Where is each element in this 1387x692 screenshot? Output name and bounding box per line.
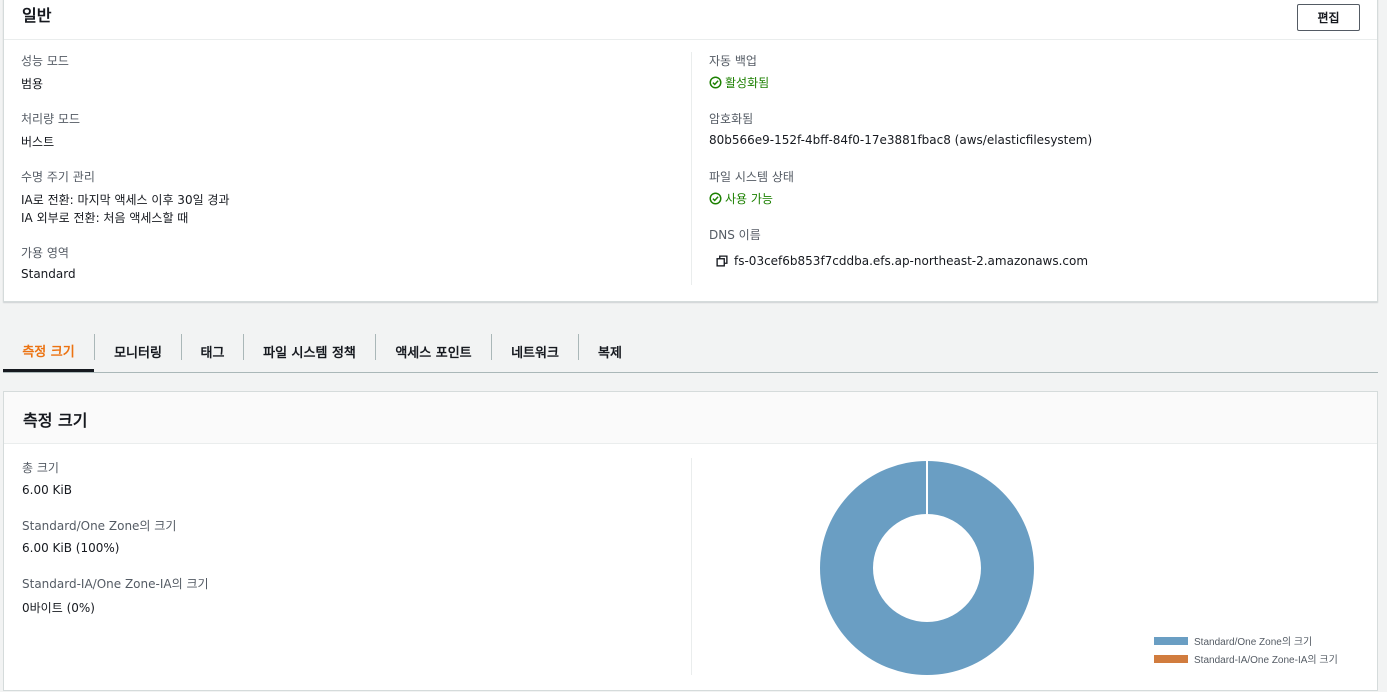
ia-size-value: 0바이트 (0%) (22, 601, 95, 615)
tab-access-points[interactable]: 액세스 포인트 (376, 331, 491, 372)
performance-mode-label: 성능 모드 (21, 54, 69, 68)
copy-icon[interactable] (716, 255, 728, 267)
throughput-mode-label: 처리량 모드 (21, 112, 81, 126)
legend-label-standard: Standard/One Zone의 크기 (1194, 637, 1313, 648)
metered-size-header: 측정 크기 (4, 392, 1377, 444)
legend-item-ia: Standard-IA/One Zone-IA의 크기 (1154, 651, 1338, 666)
legend-label-ia: Standard-IA/One Zone-IA의 크기 (1194, 655, 1338, 666)
check-circle-icon (709, 76, 722, 89)
tab-monitoring[interactable]: 모니터링 (95, 331, 181, 372)
fs-state-value: 사용 가능 (725, 192, 773, 206)
metered-size-donut-chart (820, 461, 1034, 675)
general-header: 일반 편집 (4, 0, 1377, 40)
fs-state-label: 파일 시스템 상태 (709, 170, 794, 184)
legend-swatch-standard (1154, 636, 1188, 645)
legend-item-standard: Standard/One Zone의 크기 (1154, 633, 1312, 648)
tab-tags[interactable]: 태그 (182, 331, 243, 372)
column-divider (691, 458, 692, 675)
performance-mode-value: 범용 (21, 77, 44, 91)
dns-value: fs-03cef6b853f7cddba.efs.ap-northeast-2.… (734, 254, 1089, 268)
total-size-label: 총 크기 (22, 461, 59, 475)
tab-network[interactable]: 네트워크 (492, 331, 578, 372)
lifecycle-value-line2: IA 외부로 전환: 처음 액세스할 때 (21, 211, 189, 225)
ia-size-label: Standard-IA/One Zone-IA의 크기 (22, 577, 209, 591)
dns-label: DNS 이름 (709, 228, 761, 242)
tab-metered-size[interactable]: 측정 크기 (3, 331, 94, 372)
throughput-mode-value: 버스트 (21, 135, 55, 149)
fs-state-status: 사용 가능 (709, 190, 773, 207)
check-circle-icon (709, 192, 722, 205)
auto-backup-value: 활성화됨 (725, 76, 770, 90)
general-title: 일반 (22, 6, 52, 25)
auto-backup-status: 활성화됨 (709, 74, 769, 91)
general-panel: 일반 편집 성능 모드 범용 처리량 모드 버스트 수명 주기 관리 IA로 전… (3, 0, 1378, 302)
dns-row: fs-03cef6b853f7cddba.efs.ap-northeast-2.… (716, 254, 1088, 268)
edit-button[interactable]: 편집 (1297, 4, 1360, 31)
total-size-value: 6.00 KiB (22, 483, 72, 497)
standard-size-value: 6.00 KiB (100%) (22, 541, 120, 555)
availability-zone-label: 가용 영역 (21, 246, 69, 260)
encrypted-label: 암호화됨 (709, 112, 754, 126)
tab-bar: 측정 크기 모니터링 태그 파일 시스템 정책 액세스 포인트 네트워크 복제 (3, 331, 1378, 373)
legend-swatch-ia (1154, 654, 1188, 663)
auto-backup-label: 자동 백업 (709, 54, 757, 68)
standard-size-label: Standard/One Zone의 크기 (22, 519, 177, 533)
availability-zone-value: Standard (21, 267, 76, 281)
tab-replication[interactable]: 복제 (579, 331, 641, 372)
metered-size-title: 측정 크기 (23, 411, 88, 430)
lifecycle-label: 수명 주기 관리 (21, 170, 95, 184)
lifecycle-value-line1: IA로 전환: 마지막 액세스 이후 30일 경과 (21, 193, 230, 207)
column-divider (691, 52, 692, 285)
tab-fs-policy[interactable]: 파일 시스템 정책 (244, 331, 375, 372)
encrypted-value: 80b566e9-152f-4bff-84f0-17e3881fbac8 (aw… (709, 133, 1093, 147)
metered-size-panel: 측정 크기 총 크기 6.00 KiB Standard/One Zone의 크… (3, 391, 1378, 691)
